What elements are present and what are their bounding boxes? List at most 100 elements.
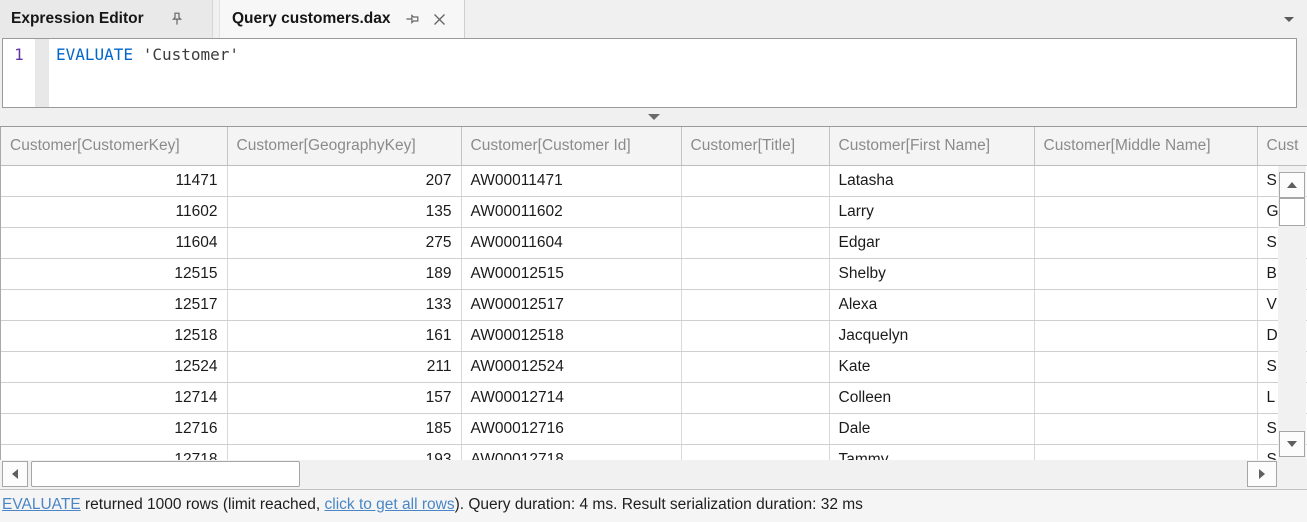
table-cell: Tammy xyxy=(829,444,1034,460)
table-row: 12718193AW00012718TammyS xyxy=(1,444,1307,460)
vertical-scrollbar[interactable] xyxy=(1278,166,1306,460)
results-grid: Customer[CustomerKey]Customer[GeographyK… xyxy=(0,127,1307,460)
horizontal-scrollbar-thumb[interactable] xyxy=(31,461,300,487)
status-bar: EVALUATE returned 1000 rows (limit reach… xyxy=(0,489,1307,522)
evaluate-link[interactable]: EVALUATE xyxy=(2,496,81,513)
results-table: Customer[CustomerKey]Customer[GeographyK… xyxy=(1,127,1307,460)
table-cell: Colleen xyxy=(829,382,1034,413)
table-cell xyxy=(681,289,829,320)
table-cell: Dale xyxy=(829,413,1034,444)
table-cell: 12524 xyxy=(1,351,227,382)
table-cell: AW00012517 xyxy=(461,289,681,320)
table-cell: AW00011604 xyxy=(461,227,681,258)
scroll-right-button[interactable] xyxy=(1247,461,1277,487)
column-header[interactable]: Customer[Middle Name] xyxy=(1034,127,1257,165)
table-reference: 'Customer' xyxy=(143,45,239,64)
table-cell: 133 xyxy=(227,289,461,320)
table-cell: Latasha xyxy=(829,165,1034,196)
close-icon[interactable] xyxy=(433,13,446,26)
table-row: 12716185AW00012716DaleS xyxy=(1,413,1307,444)
table-cell xyxy=(1034,320,1257,351)
expression-editor[interactable]: 1 EVALUATE 'Customer' xyxy=(2,38,1297,108)
arrow-up-icon xyxy=(1287,182,1297,188)
column-header[interactable]: Customer[GeographyKey] xyxy=(227,127,461,165)
table-cell: 193 xyxy=(227,444,461,460)
column-header[interactable]: Cust xyxy=(1257,127,1307,165)
table-cell: AW00012518 xyxy=(461,320,681,351)
table-cell: 11602 xyxy=(1,196,227,227)
column-header[interactable]: Customer[Title] xyxy=(681,127,829,165)
table-row: 11471207AW00011471LatashaS xyxy=(1,165,1307,196)
table-cell: 11471 xyxy=(1,165,227,196)
table-cell xyxy=(1034,196,1257,227)
table-cell xyxy=(681,444,829,460)
table-cell xyxy=(681,320,829,351)
tab-query-customers-dax[interactable]: Query customers.dax xyxy=(219,0,465,38)
arrow-left-icon xyxy=(12,469,18,479)
table-cell: AW00012524 xyxy=(461,351,681,382)
table-cell xyxy=(681,227,829,258)
table-cell: 185 xyxy=(227,413,461,444)
column-header[interactable]: Customer[First Name] xyxy=(829,127,1034,165)
table-cell: Larry xyxy=(829,196,1034,227)
table-cell xyxy=(1034,382,1257,413)
table-cell: Edgar xyxy=(829,227,1034,258)
document-tab-bar: Expression Editor Query customers.dax xyxy=(0,0,1307,38)
chevron-down-icon[interactable] xyxy=(1284,17,1294,22)
scroll-down-button[interactable] xyxy=(1279,431,1305,457)
table-cell xyxy=(1034,444,1257,460)
table-cell: AW00012718 xyxy=(461,444,681,460)
table-cell xyxy=(1034,351,1257,382)
table-cell: AW00011471 xyxy=(461,165,681,196)
table-cell: 161 xyxy=(227,320,461,351)
table-cell xyxy=(1034,413,1257,444)
table-cell: 11604 xyxy=(1,227,227,258)
table-cell: 12518 xyxy=(1,320,227,351)
header-row: Customer[CustomerKey]Customer[GeographyK… xyxy=(1,127,1307,165)
splitter-handle[interactable] xyxy=(0,108,1307,127)
table-cell xyxy=(681,196,829,227)
table-cell: AW00012714 xyxy=(461,382,681,413)
column-header[interactable]: Customer[Customer Id] xyxy=(461,127,681,165)
table-row: 12515189AW00012515ShelbyB xyxy=(1,258,1307,289)
table-row: 11604275AW00011604EdgarS xyxy=(1,227,1307,258)
table-cell: 189 xyxy=(227,258,461,289)
table-cell: Shelby xyxy=(829,258,1034,289)
table-cell: Kate xyxy=(829,351,1034,382)
table-cell: 211 xyxy=(227,351,461,382)
table-cell xyxy=(681,258,829,289)
pin-icon[interactable] xyxy=(170,12,184,26)
gutter-strip xyxy=(35,39,49,107)
table-cell xyxy=(681,165,829,196)
table-cell: 135 xyxy=(227,196,461,227)
arrow-down-icon xyxy=(1287,441,1297,447)
tab-expression-editor[interactable]: Expression Editor xyxy=(0,0,213,38)
table-row: 12518161AW00012518JacquelynD xyxy=(1,320,1307,351)
table-cell xyxy=(681,413,829,444)
table-row: 11602135AW00011602LarryG xyxy=(1,196,1307,227)
code-line[interactable]: EVALUATE 'Customer' xyxy=(49,39,1296,107)
table-cell: 157 xyxy=(227,382,461,413)
vertical-scrollbar-thumb[interactable] xyxy=(1279,198,1305,226)
pin-icon[interactable] xyxy=(405,12,419,26)
table-cell xyxy=(1034,227,1257,258)
table-cell xyxy=(1034,258,1257,289)
tab-label: Expression Editor xyxy=(11,10,144,28)
arrow-right-icon xyxy=(1259,469,1265,479)
column-header[interactable]: Customer[CustomerKey] xyxy=(1,127,227,165)
line-number: 1 xyxy=(3,39,35,107)
table-cell: AW00012515 xyxy=(461,258,681,289)
splitter-grip-icon xyxy=(648,114,660,120)
table-cell: 12716 xyxy=(1,413,227,444)
horizontal-scrollbar[interactable] xyxy=(0,460,1307,489)
table-cell xyxy=(681,382,829,413)
table-cell: 207 xyxy=(227,165,461,196)
get-all-rows-link[interactable]: click to get all rows xyxy=(325,496,455,513)
table-cell: Alexa xyxy=(829,289,1034,320)
table-cell: 12714 xyxy=(1,382,227,413)
table-row: 12524211AW00012524KateS xyxy=(1,351,1307,382)
table-cell: Jacquelyn xyxy=(829,320,1034,351)
scroll-up-button[interactable] xyxy=(1279,172,1305,198)
scroll-left-button[interactable] xyxy=(2,461,28,487)
tab-label: Query customers.dax xyxy=(232,10,391,28)
